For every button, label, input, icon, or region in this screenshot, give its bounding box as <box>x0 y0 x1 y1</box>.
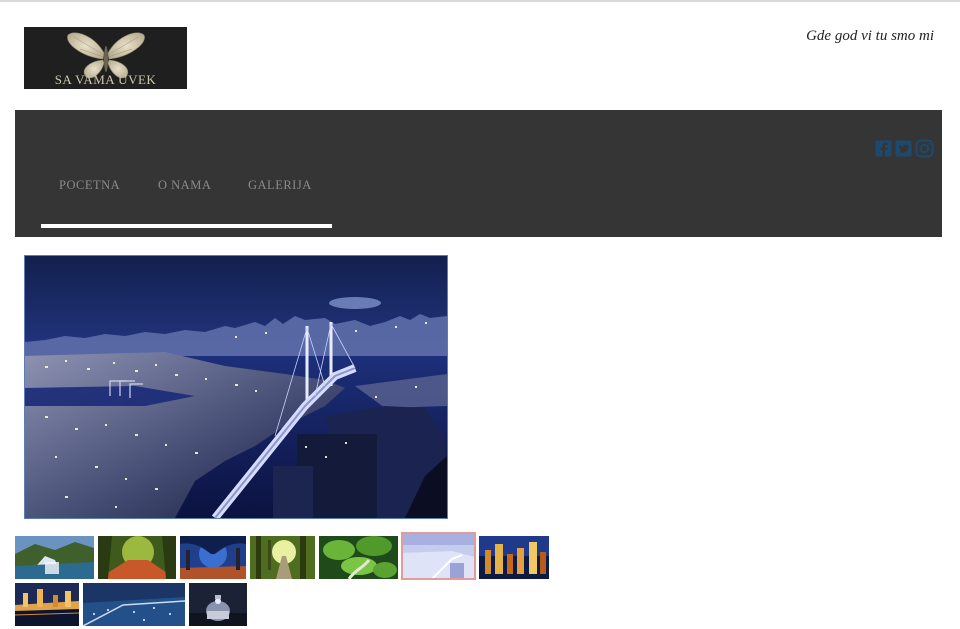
navbar: POCETNA O NAMA GALERIJA <box>15 110 942 237</box>
logo-text: SA VAMA UVEK <box>54 72 157 87</box>
gallery-thumbnail-6[interactable] <box>401 532 476 580</box>
gallery-thumbnail-8[interactable] <box>15 583 79 626</box>
twitter-icon[interactable] <box>895 140 912 157</box>
facebook-icon[interactable] <box>875 140 892 157</box>
nav-item-galerija[interactable]: GALERIJA <box>248 178 312 193</box>
gallery-thumbnail-5[interactable] <box>319 536 398 579</box>
gallery-thumbnail-1[interactable] <box>15 536 94 579</box>
nav-item-o-nama[interactable]: O NAMA <box>158 178 211 193</box>
instagram-icon[interactable] <box>915 139 934 158</box>
tagline: Gde god vi tu smo mi <box>806 28 934 44</box>
nav-active-underline <box>41 224 332 228</box>
gallery-thumbnail-10[interactable] <box>189 583 247 626</box>
top-rule <box>0 0 960 2</box>
site-logo[interactable]: SA VAMA UVEK <box>24 27 187 89</box>
gallery-main-image <box>24 255 448 519</box>
gallery-thumbnail-7[interactable] <box>479 536 549 579</box>
gallery-thumbnail-4[interactable] <box>250 536 315 579</box>
gallery-thumbnail-2[interactable] <box>98 536 176 579</box>
gallery-thumbnail-9[interactable] <box>83 583 185 626</box>
nav-item-pocetna[interactable]: POCETNA <box>59 178 120 193</box>
gallery-thumbnail-3[interactable] <box>180 536 246 579</box>
